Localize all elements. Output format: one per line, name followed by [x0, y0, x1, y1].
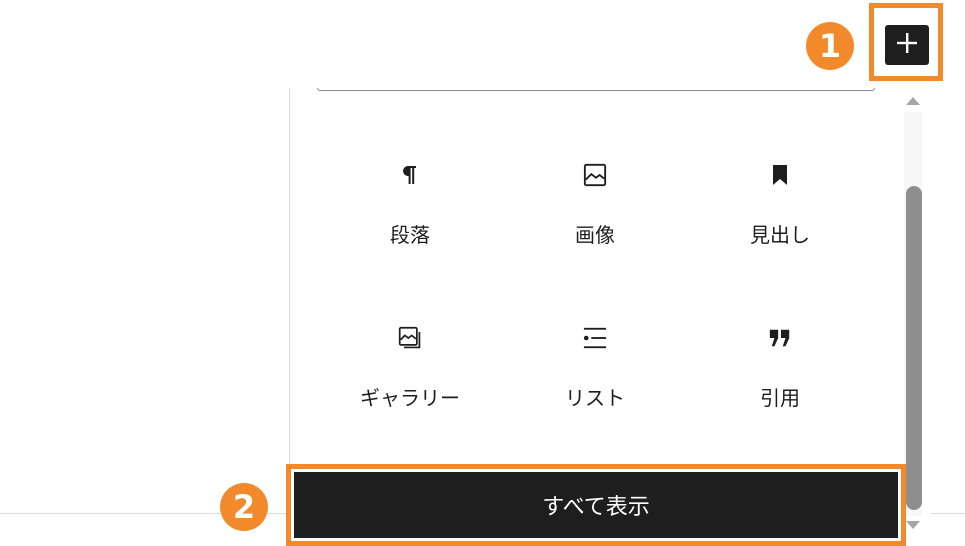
block-label: 画像	[575, 223, 615, 247]
block-gallery[interactable]: ギャラリー	[330, 326, 490, 456]
block-search-input[interactable]	[317, 88, 875, 91]
block-list[interactable]: リスト	[515, 326, 675, 456]
image-icon	[583, 163, 607, 187]
scroll-down-arrow-icon[interactable]	[906, 521, 920, 529]
step-marker-1: 1	[806, 22, 854, 70]
quote-icon	[768, 326, 792, 350]
heading-bookmark-icon	[768, 163, 792, 187]
block-label: 引用	[760, 386, 800, 410]
block-image[interactable]: 画像	[515, 163, 675, 293]
highlight-box-add-block	[869, 3, 943, 81]
paragraph-icon	[398, 163, 422, 187]
list-icon	[583, 326, 607, 350]
gallery-icon	[398, 326, 422, 350]
block-paragraph[interactable]: 段落	[330, 163, 490, 293]
block-label: ギャラリー	[360, 386, 460, 410]
highlight-box-show-all	[286, 464, 906, 546]
block-label: リスト	[565, 386, 625, 410]
step-marker-2: 2	[220, 483, 268, 531]
block-quote[interactable]: 引用	[700, 326, 860, 456]
block-label: 段落	[390, 223, 430, 247]
block-label: 見出し	[750, 223, 810, 247]
block-heading[interactable]: 見出し	[700, 163, 860, 293]
scroll-up-arrow-icon[interactable]	[906, 97, 920, 105]
scrollbar-thumb[interactable]	[906, 186, 922, 510]
